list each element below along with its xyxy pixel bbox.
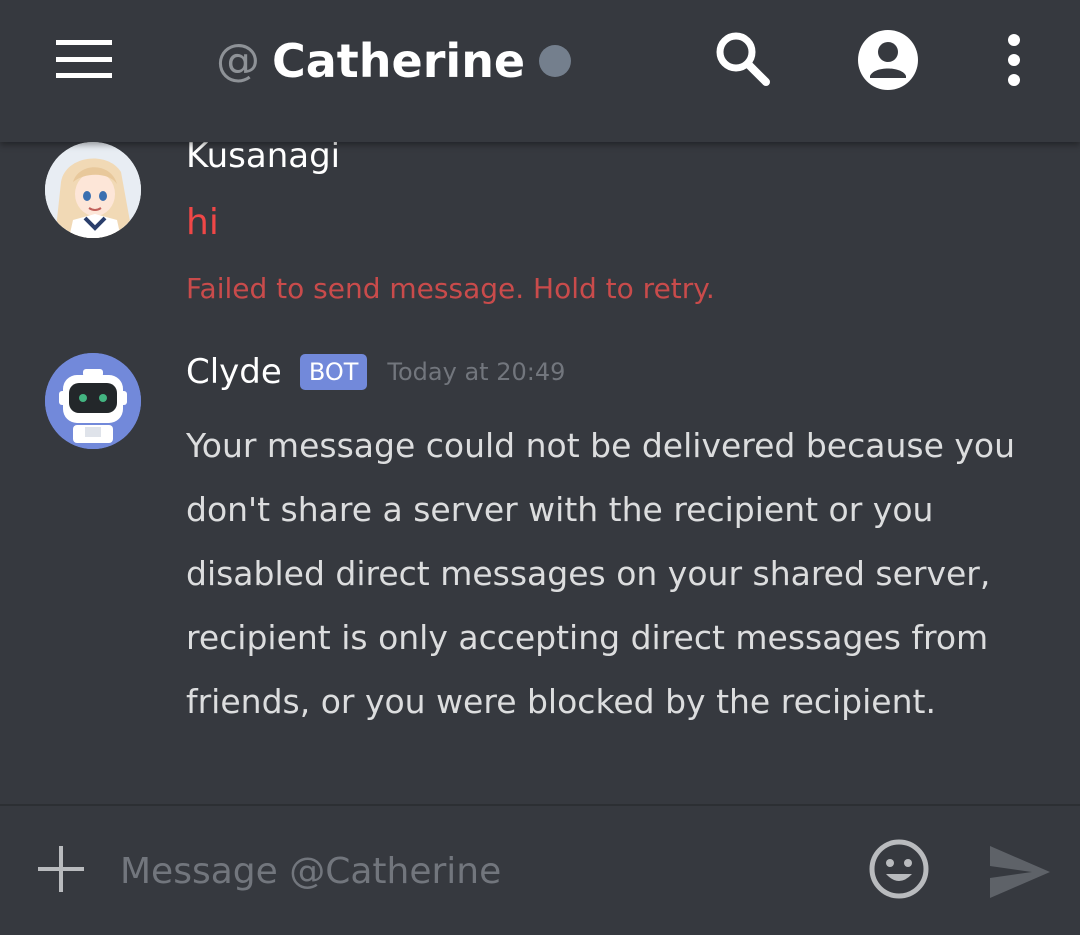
message-header: Clyde BOT Today at 20:49 bbox=[186, 350, 565, 394]
user-profile-icon[interactable] bbox=[856, 28, 920, 92]
avatar[interactable] bbox=[45, 353, 141, 449]
message-item[interactable]: Kusanagi hi Failed to send message. Hold… bbox=[0, 142, 1080, 322]
search-icon[interactable] bbox=[712, 28, 772, 88]
more-vertical-icon[interactable] bbox=[994, 30, 1034, 92]
message-text[interactable]: Your message could not be delivered beca… bbox=[186, 414, 1046, 734]
at-symbol: @ bbox=[216, 35, 260, 86]
send-icon[interactable] bbox=[988, 844, 1052, 900]
message-text[interactable]: hi bbox=[186, 202, 219, 243]
hamburger-menu-icon[interactable] bbox=[54, 38, 114, 80]
emoji-smile-icon[interactable] bbox=[868, 838, 930, 900]
message-list[interactable]: Kusanagi hi Failed to send message. Hold… bbox=[0, 142, 1080, 804]
channel-title: Catherine bbox=[272, 34, 526, 88]
channel-header: @ Catherine bbox=[0, 0, 1080, 142]
status-indicator bbox=[539, 45, 572, 77]
send-failed-notice[interactable]: Failed to send message. Hold to retry. bbox=[186, 272, 715, 305]
message-author[interactable]: Clyde bbox=[186, 352, 282, 392]
message-input[interactable] bbox=[120, 836, 840, 906]
message-item[interactable]: Clyde BOT Today at 20:49 Your message co… bbox=[0, 350, 1080, 750]
message-author[interactable]: Kusanagi bbox=[186, 142, 340, 176]
app-root: @ Catherine Kusanagi hi Failed to send m… bbox=[0, 0, 1080, 935]
message-composer bbox=[0, 804, 1080, 935]
message-timestamp: Today at 20:49 bbox=[387, 358, 566, 386]
plus-icon[interactable] bbox=[38, 846, 84, 892]
channel-title-group[interactable]: @ Catherine bbox=[216, 28, 572, 94]
avatar[interactable] bbox=[45, 142, 141, 238]
bot-badge: BOT bbox=[299, 354, 368, 390]
